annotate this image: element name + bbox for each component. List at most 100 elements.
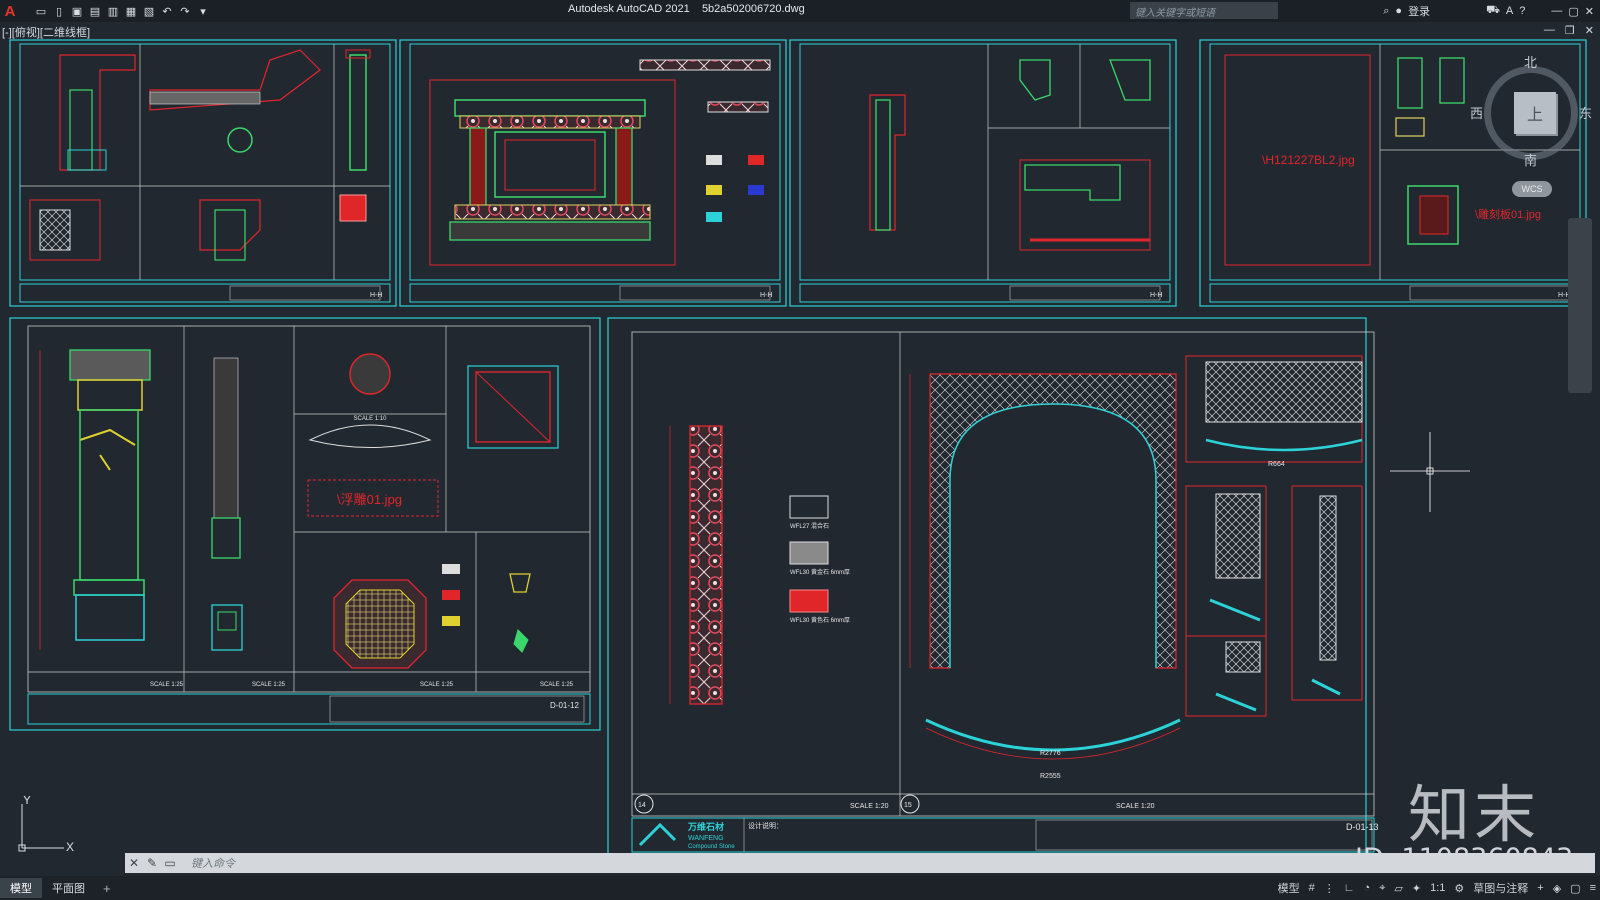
sheet-5-number: D-01-12: [550, 701, 579, 710]
file-name: 5b2a502006720.dwg: [701, 3, 805, 15]
compass-north[interactable]: 北: [1524, 52, 1537, 71]
maximize-icon[interactable]: ▢: [1568, 5, 1578, 18]
dim-r664: R664: [1268, 461, 1285, 468]
tab-model[interactable]: 模型: [0, 878, 42, 898]
add-layout-icon[interactable]: +: [95, 881, 119, 896]
autocad-logo-icon[interactable]: A: [0, 0, 20, 22]
scale-label-d: SCALE 1:25: [420, 682, 454, 688]
cart-icon[interactable]: ⛟: [1486, 4, 1500, 18]
legend-2: WFL30 黄金石 6mm厚: [790, 568, 850, 576]
undo-icon[interactable]: ↶: [160, 5, 174, 18]
customize-dropdown-icon[interactable]: ▾: [196, 5, 210, 18]
quick-access-toolbar: ▭ ▯ ▣ ▤ ▥ ▦ ▧ ↶ ↷ ▾: [34, 5, 210, 18]
polar-icon[interactable]: ◔: [1364, 882, 1371, 894]
status-bar: 模型 平面图 + 模型 # ⋮ ∟ ◔ ⌖ ▱ ✦ 1:1 ⚙ 草图与注释 + …: [0, 876, 1600, 900]
grid-icon[interactable]: #: [1309, 882, 1315, 894]
brand-en: WANFENG: [688, 835, 724, 842]
brand-sub: Compound Stone: [688, 844, 735, 850]
app-title: Autodesk AutoCAD 2021: [568, 3, 690, 15]
tab-layout[interactable]: 平面图: [42, 878, 95, 898]
title-bar: A ▭ ▯ ▣ ▤ ▥ ▦ ▧ ↶ ↷ ▾ Autodesk AutoCAD 2…: [0, 0, 1600, 22]
save-icon[interactable]: ▣: [70, 5, 84, 18]
command-history-icon[interactable]: ▭: [161, 856, 179, 870]
save-as-icon[interactable]: ▤: [88, 5, 102, 18]
section-15: 15: [904, 802, 912, 809]
open-file-icon[interactable]: ▯: [52, 5, 66, 18]
section-14: 14: [638, 802, 646, 809]
command-customize-icon[interactable]: ✎: [143, 856, 161, 870]
wcs-menu[interactable]: WCS: [1512, 181, 1552, 197]
legend-3: WFL30 黄色石 6mm厚: [790, 616, 850, 624]
scale-dropdown[interactable]: 1:1: [1430, 882, 1445, 894]
osnap-icon[interactable]: ⌖: [1379, 882, 1385, 895]
brand-logo-icon: [638, 822, 677, 847]
search-icon[interactable]: ⌕: [1383, 5, 1389, 18]
navigation-bar[interactable]: [1568, 218, 1592, 393]
scale-label-g: SCALE 1:20: [1116, 803, 1155, 810]
scale-label-c: SCALE 1:25: [252, 682, 286, 688]
user-icon[interactable]: ●: [1395, 5, 1402, 17]
design-note: 设计说明：: [748, 821, 783, 830]
sheet-1-number: H-H: [370, 292, 382, 299]
open-web-icon[interactable]: ▥: [106, 5, 120, 18]
help-icon[interactable]: ?: [1519, 5, 1525, 17]
ucs-y-label: Y: [23, 796, 31, 807]
image-ref-2: \雕刻板01.jpg: [1475, 207, 1541, 221]
command-bar: ✕ ✎ ▭ 键入命令: [125, 853, 1595, 873]
legend-1: WFL27 混合石: [790, 522, 829, 530]
scale-label-b: SCALE 1:25: [150, 682, 184, 688]
dim-r2555: R2555: [1040, 773, 1061, 780]
snap-icon[interactable]: ⋮: [1324, 882, 1335, 895]
ucs-x-label: X: [66, 840, 74, 854]
plus-icon[interactable]: +: [1537, 882, 1543, 894]
lineweight-icon[interactable]: ▱: [1394, 882, 1402, 895]
sheet-3-number: H-H: [1150, 292, 1162, 299]
sheet-6-number: D-01-13: [1346, 822, 1379, 832]
save-web-icon[interactable]: ▦: [124, 5, 138, 18]
scale-label-a: SCALE 1:10: [353, 416, 387, 422]
dim-r2776: R2776: [1040, 750, 1061, 757]
watermark-brand: 知末: [1408, 778, 1541, 851]
compass-west[interactable]: 西: [1470, 103, 1483, 122]
customize-icon[interactable]: ≡: [1590, 882, 1596, 894]
redo-icon[interactable]: ↷: [178, 5, 192, 18]
crosshair-cursor: [1390, 432, 1470, 512]
close-icon[interactable]: ✕: [1585, 5, 1594, 18]
compass-east[interactable]: 东: [1579, 103, 1592, 122]
window-title: Autodesk AutoCAD 2021 5b2a502006720.dwg: [568, 3, 805, 15]
scale-label-f: SCALE 1:20: [850, 803, 889, 810]
gear-icon[interactable]: ⚙: [1454, 882, 1464, 895]
login-button[interactable]: 登录: [1408, 3, 1430, 19]
drawing-canvas[interactable]: H-H H-H H-H \H121227BL2.jpg \雕刻板01.jpg H…: [0, 36, 1600, 856]
image-ref-3: \浮雕01.jpg: [337, 492, 402, 507]
sheet-3: H-H: [789, 39, 1177, 307]
workspace-dropdown[interactable]: 草图与注释: [1473, 880, 1528, 896]
sheet-1: H-H: [9, 39, 397, 307]
fullscreen-icon[interactable]: ▢: [1570, 882, 1580, 895]
status-tools: 模型 # ⋮ ∟ ◔ ⌖ ▱ ✦ 1:1 ⚙ 草图与注释 + ◈ ▢ ≡: [1278, 876, 1596, 900]
search-input[interactable]: 键入关键字或短语: [1130, 2, 1278, 19]
new-file-icon[interactable]: ▭: [34, 5, 48, 18]
isolate-icon[interactable]: ◈: [1553, 882, 1561, 895]
sheet-6: WFL27 混合石 WFL30 黄金石 6mm厚 WFL30 黄色石 6mm厚 …: [607, 317, 1379, 856]
viewcube[interactable]: 上 北 南 西 东: [1470, 55, 1592, 169]
sheet-5: \浮雕01.jpg SCALE 1:10 D-01-12 SCALE 1:25 …: [9, 317, 601, 731]
image-ref-1: \H121227BL2.jpg: [1262, 153, 1355, 167]
a360-icon[interactable]: A: [1506, 5, 1513, 17]
compass-south[interactable]: 南: [1524, 150, 1537, 169]
annotation-visibility-icon[interactable]: ✦: [1412, 882, 1421, 895]
command-input[interactable]: 键入命令: [191, 855, 235, 871]
command-line: ✕ ✎ ▭ 键入命令: [125, 853, 1600, 873]
brand-cn: 万维石材: [687, 821, 724, 832]
sheet-2: H-H: [399, 39, 787, 307]
ortho-icon[interactable]: ∟: [1344, 882, 1355, 894]
titlebar-right: ⌕ ● 登录 ⛟ A ? — ▢ ✕: [1383, 0, 1600, 22]
minimize-icon[interactable]: —: [1551, 5, 1562, 17]
scale-label-e: SCALE 1:25: [540, 682, 574, 688]
model-space-button[interactable]: 模型: [1278, 880, 1300, 896]
viewcube-top-face[interactable]: 上: [1514, 92, 1556, 134]
ucs-icon: Y X: [18, 796, 74, 854]
command-close-icon[interactable]: ✕: [125, 856, 143, 870]
print-icon[interactable]: ▧: [142, 5, 156, 18]
sheet-2-number: H-H: [760, 292, 772, 299]
